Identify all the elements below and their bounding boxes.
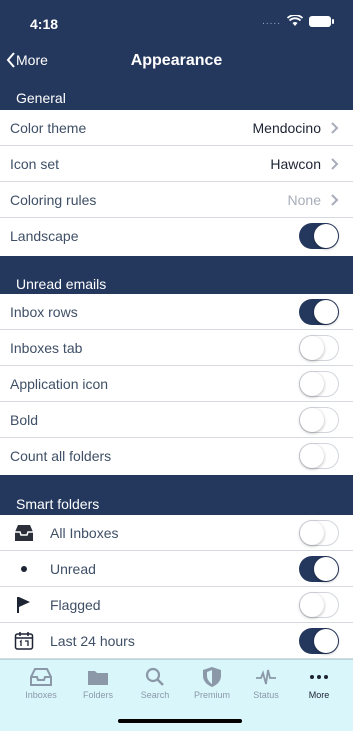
navigation-bar: More Appearance — [0, 44, 353, 78]
folder-icon — [88, 671, 108, 685]
bold-row: Bold — [0, 402, 353, 438]
application-icon-row: Application icon — [0, 366, 353, 402]
tab-premium-label: Premium — [193, 690, 230, 700]
tab-more[interactable]: More — [290, 666, 348, 700]
icon-set-label: Icon set — [10, 155, 60, 172]
chevron-right-icon — [331, 121, 339, 134]
tab-folders-label: Folders — [82, 690, 113, 700]
last-24-hours-toggle[interactable] — [299, 627, 339, 654]
icon-set-row[interactable]: Icon set Hawcon — [0, 146, 353, 182]
chevron-right-icon — [331, 193, 339, 206]
all-inboxes-label: All Inboxes — [50, 524, 119, 541]
inbox-icon — [30, 668, 52, 686]
more-dots-icon — [310, 675, 328, 679]
color-theme-label: Color theme — [10, 119, 87, 136]
smart-folder-flagged-row: Flagged — [0, 587, 353, 623]
inbox-rows-label: Inbox rows — [10, 303, 78, 320]
landscape-toggle[interactable] — [299, 223, 339, 249]
shield-icon — [203, 667, 221, 687]
home-indicator — [118, 719, 242, 723]
wifi-icon — [287, 15, 303, 26]
tab-search-label: Search — [140, 690, 170, 700]
count-all-folders-row: Count all folders — [0, 438, 353, 474]
inbox-rows-row: Inbox rows — [0, 294, 353, 330]
battery-icon — [309, 15, 334, 27]
chevron-right-icon — [331, 157, 339, 170]
flagged-label: Flagged — [50, 596, 101, 613]
landscape-row: Landscape — [0, 218, 353, 254]
tab-folders[interactable]: Folders — [69, 666, 127, 700]
search-icon — [145, 667, 164, 686]
section-header-unread-emails: Unread emails — [0, 256, 353, 294]
unread-label: Unread — [50, 560, 96, 577]
coloring-rules-row[interactable]: Coloring rules None — [0, 182, 353, 218]
color-theme-row[interactable]: Color theme Mendocino — [0, 110, 353, 146]
color-theme-value: Mendocino — [252, 119, 322, 136]
last-24-hours-label: Last 24 hours — [50, 632, 135, 649]
tab-status[interactable]: Status — [237, 666, 295, 700]
tab-inboxes[interactable]: Inboxes — [12, 666, 70, 700]
tab-more-label: More — [308, 690, 330, 700]
unread-toggle[interactable] — [299, 555, 339, 582]
smart-folder-all-inboxes-row: All Inboxes — [0, 515, 353, 551]
count-all-folders-toggle[interactable] — [299, 443, 339, 469]
tab-status-label: Status — [253, 690, 279, 700]
all-inboxes-toggle[interactable] — [299, 519, 339, 546]
pulse-icon — [256, 669, 276, 685]
inboxes-tab-toggle[interactable] — [299, 334, 339, 361]
tab-search[interactable]: Search — [126, 666, 184, 700]
status-time: 4:18 — [30, 16, 59, 32]
tab-premium[interactable]: Premium — [183, 666, 241, 700]
tab-inboxes-label: Inboxes — [25, 690, 57, 700]
calendar-icon — [14, 631, 34, 651]
application-icon-label: Application icon — [10, 375, 109, 392]
count-all-folders-label: Count all folders — [10, 448, 112, 464]
section-header-smart-folders: Smart folders — [0, 475, 353, 515]
inbox-rows-toggle[interactable] — [299, 298, 339, 325]
flag-icon — [14, 595, 34, 615]
section-header-general: General — [0, 78, 353, 110]
coloring-rules-label: Coloring rules — [10, 191, 97, 208]
inboxes-tab-row: Inboxes tab — [0, 330, 353, 366]
page-title: Appearance — [130, 52, 223, 69]
inbox-tray-icon — [14, 523, 34, 543]
signal-dots: ..... — [262, 15, 281, 27]
smart-folder-unread-row: Unread — [0, 551, 353, 587]
icon-set-value: Hawcon — [270, 155, 321, 172]
landscape-label: Landscape — [10, 228, 79, 244]
flagged-toggle[interactable] — [299, 591, 339, 618]
application-icon-toggle[interactable] — [299, 370, 339, 397]
dot-icon — [14, 559, 34, 579]
inboxes-tab-label: Inboxes tab — [10, 339, 83, 356]
smart-folder-last-24-hours-row: Last 24 hours — [0, 623, 353, 659]
status-indicators: ..... — [262, 15, 334, 27]
bold-label: Bold — [10, 411, 39, 428]
bold-toggle[interactable] — [299, 406, 339, 433]
status-bar: 4:18 ..... — [0, 0, 353, 44]
coloring-rules-value: None — [287, 191, 321, 208]
